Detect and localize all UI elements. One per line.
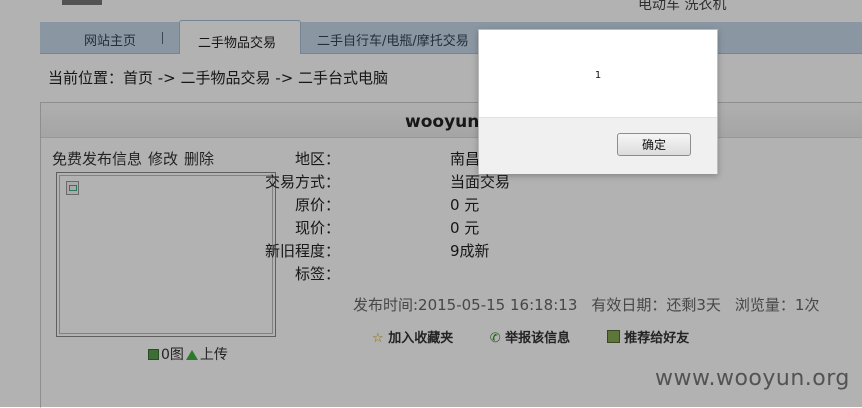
ok-button[interactable]: 确定 xyxy=(617,133,691,156)
alert-message: 1 xyxy=(594,70,602,81)
alert-footer: 确定 xyxy=(479,117,717,174)
alert-dialog: 1 确定 xyxy=(478,29,718,174)
modal-overlay xyxy=(0,0,862,407)
